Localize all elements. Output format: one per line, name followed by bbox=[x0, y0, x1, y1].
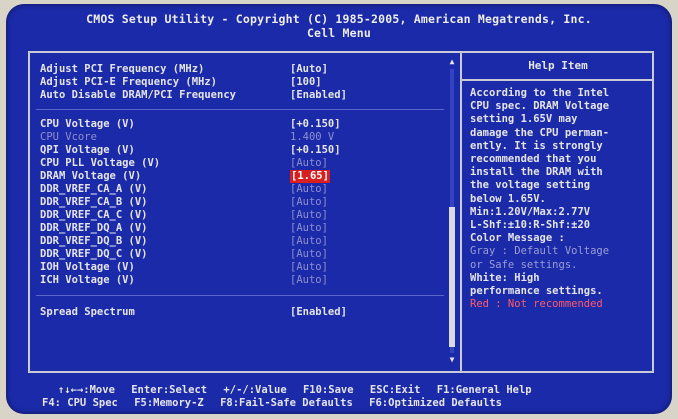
setting-ddr-vref-ca-b[interactable]: DDR_VREF_CA_B (V) [Auto] bbox=[40, 196, 448, 209]
help-line: recommended that you bbox=[470, 153, 597, 166]
help-line: ently. It is strongly bbox=[470, 139, 603, 152]
setting-value[interactable]: [+0.150] bbox=[290, 144, 341, 157]
window-title: CMOS Setup Utility - Copyright (C) 1985-… bbox=[6, 12, 672, 40]
help-title: Help Item bbox=[462, 53, 654, 81]
setting-pci-frequency[interactable]: Adjust PCI Frequency (MHz) [Auto] bbox=[40, 63, 448, 76]
settings-panel: Adjust PCI Frequency (MHz) [Auto] Adjust… bbox=[28, 51, 654, 373]
setting-ddr-vref-ca-a[interactable]: DDR_VREF_CA_A (V) [Auto] bbox=[40, 183, 448, 196]
setting-value[interactable]: [+0.150] bbox=[290, 118, 341, 131]
menu-name: Cell Menu bbox=[306, 26, 372, 40]
setting-label: DDR_VREF_CA_B (V) bbox=[40, 196, 148, 208]
key-value: +/-/:Value bbox=[223, 384, 287, 396]
help-line: install the DRAM with bbox=[470, 166, 603, 179]
setting-label: CPU Vcore bbox=[40, 131, 97, 143]
setting-label: DDR_VREF_CA_A (V) bbox=[40, 183, 148, 195]
setting-label: DDR_VREF_DQ_C (V) bbox=[40, 248, 148, 260]
help-line: the voltage setting bbox=[470, 179, 591, 192]
key-cpu-spec: F4: CPU Spec bbox=[42, 397, 118, 409]
panel-divider bbox=[460, 53, 462, 371]
setting-label: DDR_VREF_DQ_A (V) bbox=[40, 222, 148, 234]
help-line-red: Red : Not recommended bbox=[470, 298, 603, 311]
key-legend-line-1: ↑↓←→:Move Enter:Select +/-/:Value F10:Sa… bbox=[58, 384, 542, 397]
help-line: damage the CPU perman- bbox=[470, 126, 610, 139]
setting-value[interactable]: [Auto] bbox=[290, 274, 328, 287]
setting-value[interactable]: [Auto] bbox=[290, 222, 328, 235]
setting-dram-voltage[interactable]: DRAM Voltage (V) [1.65] bbox=[40, 170, 448, 183]
setting-label: CPU Voltage (V) bbox=[40, 118, 135, 130]
setting-label: Adjust PCI Frequency (MHz) bbox=[40, 63, 205, 75]
setting-value[interactable]: [100] bbox=[290, 76, 322, 89]
setting-pcie-frequency[interactable]: Adjust PCI-E Frequency (MHz) [100] bbox=[40, 76, 448, 89]
help-line: Color Message : bbox=[470, 232, 565, 245]
setting-value[interactable]: [Enabled] bbox=[290, 306, 347, 319]
key-move: ↑↓←→:Move bbox=[58, 384, 115, 396]
setting-label: CPU PLL Voltage (V) bbox=[40, 157, 161, 169]
help-line: White: High bbox=[470, 271, 540, 284]
help-line: According to the Intel bbox=[470, 87, 610, 99]
key-memory: F5:Memory-Z bbox=[134, 397, 204, 409]
setting-spread-spectrum[interactable]: Spread Spectrum [Enabled] bbox=[40, 306, 448, 319]
section-divider bbox=[36, 109, 444, 110]
help-line: CPU spec. DRAM Voltage bbox=[470, 100, 610, 113]
setting-value[interactable]: [Auto] bbox=[290, 261, 328, 274]
key-save: F10:Save bbox=[302, 384, 354, 396]
scroll-down-icon[interactable]: ▼ bbox=[447, 355, 457, 365]
help-line: setting 1.65V may bbox=[470, 113, 578, 126]
setting-ddr-vref-dq-c[interactable]: DDR_VREF_DQ_C (V) [Auto] bbox=[40, 248, 448, 261]
setting-label: ICH Voltage (V) bbox=[40, 274, 135, 286]
setting-value: 1.400 V bbox=[290, 131, 335, 143]
setting-cpu-pll-voltage[interactable]: CPU PLL Voltage (V) [Auto] bbox=[40, 157, 448, 170]
setting-label: Spread Spectrum bbox=[40, 306, 135, 318]
scroll-thumb[interactable] bbox=[449, 207, 455, 347]
setting-label: DDR_VREF_DQ_B (V) bbox=[40, 235, 148, 247]
help-line-gray: or Safe settings. bbox=[470, 258, 578, 271]
setting-cpu-voltage[interactable]: CPU Voltage (V) [+0.150] bbox=[40, 118, 448, 131]
setting-value[interactable]: [Enabled] bbox=[290, 89, 347, 102]
key-select: Enter:Select bbox=[131, 384, 208, 396]
setting-value[interactable]: [Auto] bbox=[290, 63, 328, 76]
setting-value[interactable]: [Auto] bbox=[290, 183, 328, 196]
key-optimized: F6:Optimized Defaults bbox=[369, 397, 502, 409]
setting-ich-voltage[interactable]: ICH Voltage (V) [Auto] bbox=[40, 274, 448, 287]
key-exit: ESC:Exit bbox=[369, 384, 421, 396]
setting-label: IOH Voltage (V) bbox=[40, 261, 135, 273]
section-divider bbox=[36, 295, 444, 296]
help-line-gray: Gray : Default Voltage bbox=[470, 245, 610, 258]
setting-cpu-vcore: CPU Vcore 1.400 V bbox=[40, 131, 448, 144]
key-failsafe: F8:Fail-Safe Defaults bbox=[220, 397, 353, 409]
help-line: L-Shf:±10:R-Shf:±20 bbox=[470, 219, 591, 232]
setting-label: Auto Disable DRAM/PCI Frequency bbox=[40, 89, 236, 101]
setting-ddr-vref-dq-b[interactable]: DDR_VREF_DQ_B (V) [Auto] bbox=[40, 235, 448, 248]
help-text: According to the Intel CPU spec. DRAM Vo… bbox=[470, 87, 652, 311]
key-legend-line-2: F4: CPU Spec F5:Memory-Z F8:Fail-Safe De… bbox=[42, 397, 512, 410]
help-line: Min:1.20V/Max:2.77V bbox=[470, 205, 591, 218]
setting-value[interactable]: [Auto] bbox=[290, 235, 328, 248]
setting-label: QPI Voltage (V) bbox=[40, 144, 135, 156]
bios-screen: CMOS Setup Utility - Copyright (C) 1985-… bbox=[6, 4, 672, 414]
title-line-1: CMOS Setup Utility - Copyright (C) 1985-… bbox=[86, 12, 592, 26]
help-line: below 1.65V. bbox=[470, 192, 546, 205]
setting-value[interactable]: [Auto] bbox=[290, 248, 328, 261]
setting-value-selected[interactable]: [1.65] bbox=[290, 170, 330, 183]
help-line: performance settings. bbox=[470, 285, 603, 298]
setting-ddr-vref-ca-c[interactable]: DDR_VREF_CA_C (V) [Auto] bbox=[40, 209, 448, 222]
setting-label: DRAM Voltage (V) bbox=[40, 170, 142, 182]
setting-auto-disable-dram-pci[interactable]: Auto Disable DRAM/PCI Frequency [Enabled… bbox=[40, 89, 448, 102]
setting-label: Adjust PCI-E Frequency (MHz) bbox=[40, 76, 218, 88]
setting-value[interactable]: [Auto] bbox=[290, 209, 328, 222]
scroll-up-icon[interactable]: ▲ bbox=[447, 57, 457, 67]
scrollbar[interactable]: ▲ ▼ bbox=[447, 57, 457, 365]
setting-value[interactable]: [Auto] bbox=[290, 196, 328, 209]
setting-ioh-voltage[interactable]: IOH Voltage (V) [Auto] bbox=[40, 261, 448, 274]
settings-list: Adjust PCI Frequency (MHz) [Auto] Adjust… bbox=[30, 53, 448, 371]
setting-qpi-voltage[interactable]: QPI Voltage (V) [+0.150] bbox=[40, 144, 448, 157]
setting-ddr-vref-dq-a[interactable]: DDR_VREF_DQ_A (V) [Auto] bbox=[40, 222, 448, 235]
setting-label: DDR_VREF_CA_C (V) bbox=[40, 209, 148, 221]
key-help: F1:General Help bbox=[436, 384, 532, 396]
setting-value[interactable]: [Auto] bbox=[290, 157, 328, 170]
